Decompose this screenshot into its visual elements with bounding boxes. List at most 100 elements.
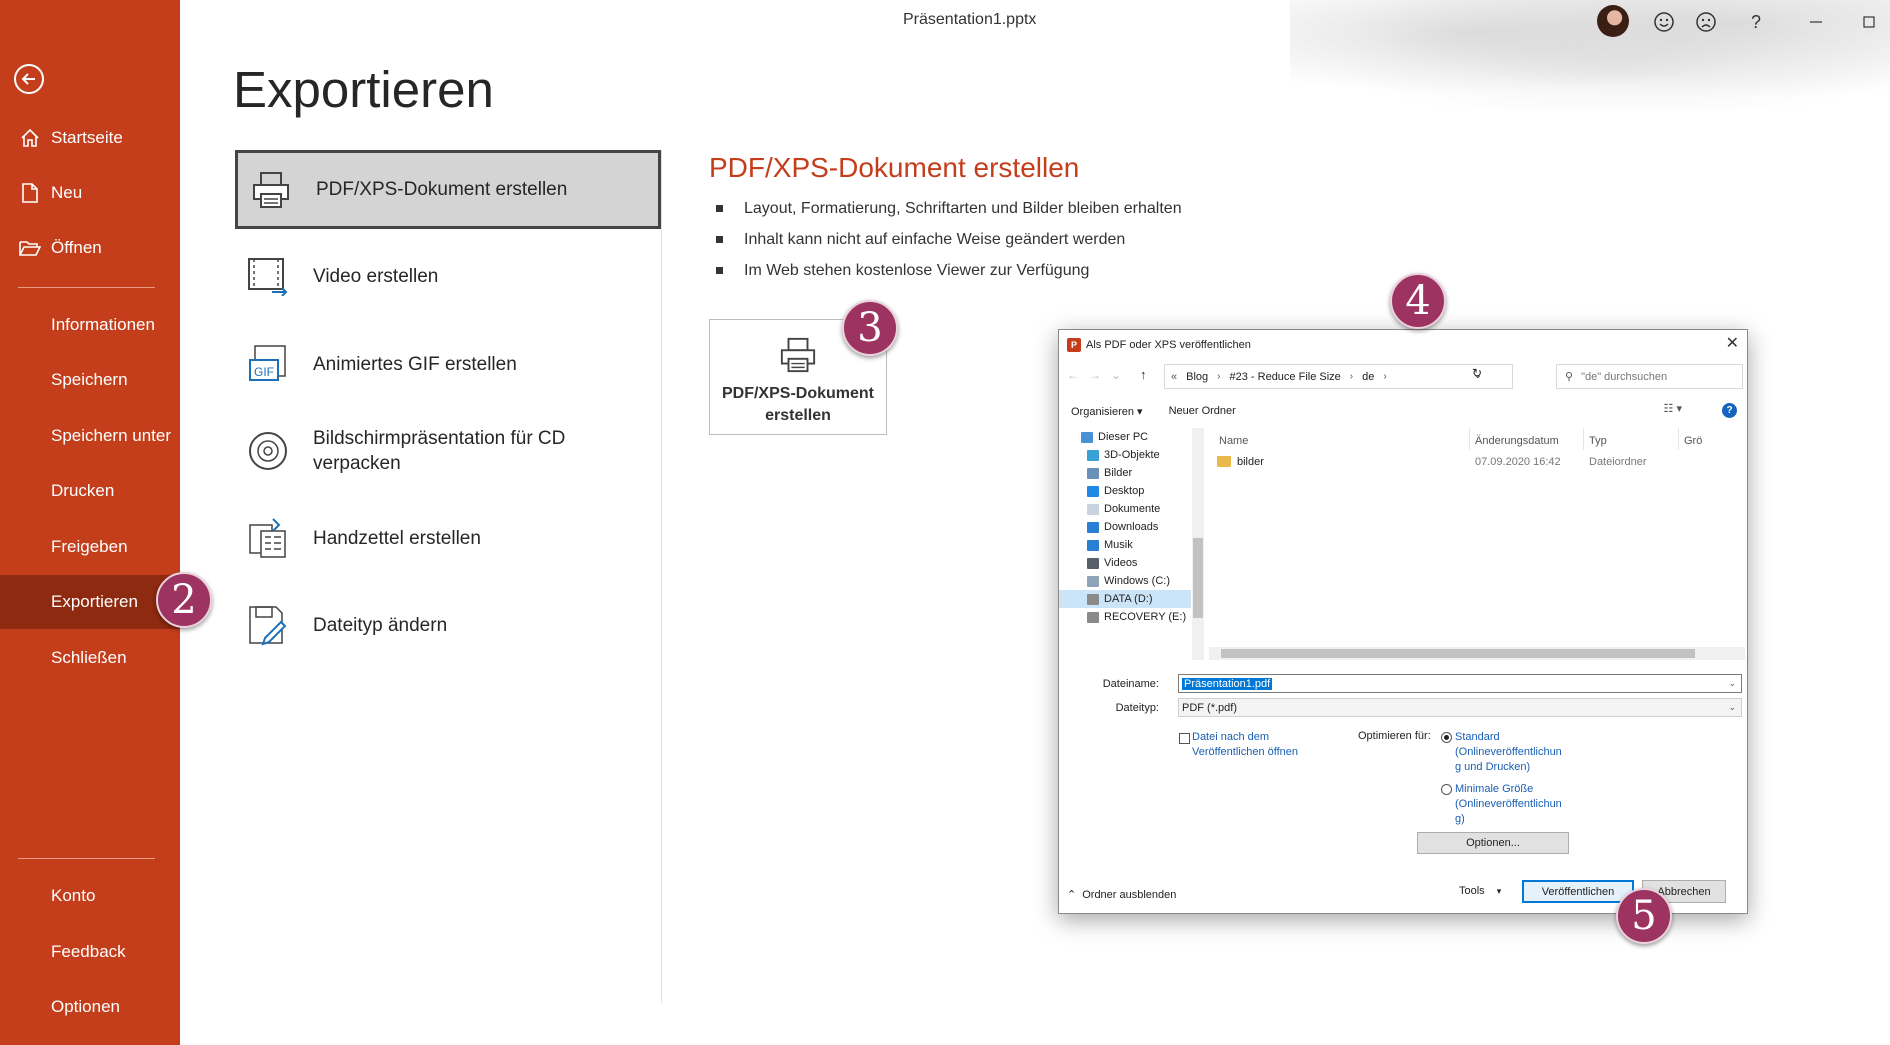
column-type[interactable]: Typ [1589,435,1607,447]
nav-freigeben[interactable]: Freigeben [0,523,180,571]
bullet-text: Layout, Formatierung, Schriftarten und B… [744,199,1182,217]
nav-exportieren[interactable]: Exportieren [0,575,180,629]
home-icon [18,126,42,150]
column-size[interactable]: Grö [1684,435,1702,447]
export-option-cd[interactable]: Bildschirmpräsentation für CD verpacken [235,410,661,492]
gif-icon-text: GIF [254,365,274,379]
back-forward-icons[interactable]: ←→⌄ [1067,368,1131,382]
minimize-icon[interactable] [1803,9,1829,35]
radio-minimal-label[interactable]: Minimale Größe (Onlineveröffentlichun g) [1455,782,1562,827]
tree-item[interactable]: Windows (C:) [1059,572,1191,590]
up-arrow-icon[interactable]: ↑ [1140,367,1147,382]
tools-label: Tools [1459,885,1485,897]
search-input[interactable]: ⚲ "de" durchsuchen [1556,364,1743,389]
nav-drucken[interactable]: Drucken [0,467,180,515]
tree-item-data-drive[interactable]: DATA (D:) [1059,590,1191,608]
tree-item[interactable]: Videos [1059,554,1191,572]
nav-neu[interactable]: Neu [0,169,180,217]
breadcrumb-prefix: « [1171,370,1178,383]
column-name[interactable]: Name [1219,435,1248,447]
help-icon[interactable]: ? [1743,9,1769,35]
avatar[interactable] [1597,5,1629,37]
export-option-label: PDF/XPS-Dokument erstellen [316,179,568,200]
tree-item[interactable]: RECOVERY (E:) [1059,608,1191,626]
bullet-text: Inhalt kann nicht auf einfache Weise geä… [744,230,1126,248]
tree-item[interactable]: Desktop [1059,482,1191,500]
export-option-video[interactable]: Video erstellen [235,240,661,312]
tree-item[interactable]: 3D-Objekte [1059,446,1191,464]
step-marker-4: 4 [1390,273,1446,329]
breadcrumb-item[interactable]: de [1362,371,1374,383]
export-option-pdf[interactable]: PDF/XPS-Dokument erstellen [235,150,661,229]
page-title: Exportieren [233,61,494,118]
tools-button[interactable]: Tools ▾ [1459,885,1501,897]
chevron-down-icon[interactable]: ⌄ [1728,678,1736,689]
filetype-select[interactable]: PDF (*.pdf) ⌄ [1178,698,1742,717]
breadcrumb-item[interactable]: Blog [1186,371,1208,383]
scrollbar-thumb[interactable] [1221,649,1695,658]
column-divider [1678,428,1679,450]
nav-startseite[interactable]: Startseite [0,114,180,162]
address-bar[interactable]: « Blog › #23 - Reduce File Size › de › ⌄ [1164,364,1513,389]
scrollbar-thumb[interactable] [1193,538,1203,618]
nav-schliessen[interactable]: Schließen [0,634,180,682]
nav-label: Schließen [51,648,127,667]
tree-item[interactable]: Bilder [1059,464,1191,482]
nav-speichern[interactable]: Speichern [0,356,180,404]
backstage-sidebar: Startseite Neu Öffnen Informationen Spei… [0,0,180,1045]
nav-informationen[interactable]: Informationen [0,301,180,349]
options-button[interactable]: Optionen... [1417,832,1569,854]
radio-minimal[interactable] [1441,784,1452,795]
file-row[interactable]: bilder 07.09.2020 16:42 Dateiordner [1207,452,1748,472]
chevron-down-icon[interactable]: ⌄ [1728,702,1736,713]
tree-label: Downloads [1104,521,1159,533]
breadcrumb-item[interactable]: #23 - Reduce File Size [1230,371,1341,383]
nav-label: Speichern [51,370,128,389]
restore-icon[interactable] [1856,9,1882,35]
hide-folders-toggle[interactable]: ⌃ Ordner ausblenden [1067,888,1177,902]
filename-label: Dateiname: [1102,678,1159,690]
filename-input[interactable]: Präsentation1.pdf ⌄ [1178,674,1742,693]
nav-konto[interactable]: Konto [0,872,180,920]
filetype-value: PDF (*.pdf) [1182,701,1238,714]
nav-label: Exportieren [51,592,138,611]
close-icon[interactable]: ✕ [1726,333,1739,353]
nav-oeffnen[interactable]: Öffnen [0,224,180,272]
tree-item[interactable]: Downloads [1059,518,1191,536]
help-icon[interactable]: ? [1722,403,1737,418]
tree-item-dieser-pc[interactable]: Dieser PC [1059,428,1191,446]
tree-item[interactable]: Dokumente [1059,500,1191,518]
open-after-label[interactable]: Datei nach dem Veröffentlichen öffnen [1192,730,1298,760]
open-after-line1: Datei nach dem [1192,731,1270,743]
organize-button[interactable]: Organisieren ▾ [1071,405,1143,418]
hide-folders-label: Ordner ausblenden [1082,888,1177,901]
export-option-label: Handzettel erstellen [313,527,481,549]
radio-standard-label[interactable]: Standard (Onlineveröffentlichun g und Druc… [1455,730,1562,775]
nav-optionen[interactable]: Optionen [0,983,180,1031]
view-options-icon[interactable]: ☷ ▾ [1664,402,1682,415]
tree-item[interactable]: Musik [1059,536,1191,554]
export-option-handout[interactable]: Handzettel erstellen [235,502,661,574]
new-file-icon [18,181,42,205]
radio-text: (Onlineveröffentlichun [1455,798,1562,810]
nav-feedback[interactable]: Feedback [0,928,180,976]
file-list-scrollbar[interactable] [1209,647,1745,660]
tree-scrollbar[interactable] [1192,428,1204,660]
folder-tree: Dieser PC 3D-Objekte Bilder Desktop Doku… [1059,428,1195,660]
column-date[interactable]: Änderungsdatum [1475,435,1559,447]
publish-button[interactable]: Veröffentlichen [1522,880,1634,903]
back-button[interactable] [14,64,44,94]
open-after-checkbox[interactable] [1179,733,1190,744]
export-option-filetype[interactable]: Dateityp ändern [235,589,661,661]
tree-label: 3D-Objekte [1104,449,1160,461]
nav-speichern-unter[interactable]: Speichern unter [0,412,180,460]
documents-icon [1087,503,1099,515]
tree-label: Videos [1104,557,1138,569]
step-marker-5: 5 [1616,888,1672,944]
radio-standard[interactable] [1441,732,1452,743]
frown-icon[interactable] [1693,9,1719,35]
export-option-gif[interactable]: GIF Animiertes GIF erstellen [235,328,661,400]
new-folder-button[interactable]: Neuer Ordner [1169,405,1236,417]
export-option-label: Bildschirmpräsentation für CD verpacken [313,428,566,474]
smiley-icon[interactable] [1651,9,1677,35]
